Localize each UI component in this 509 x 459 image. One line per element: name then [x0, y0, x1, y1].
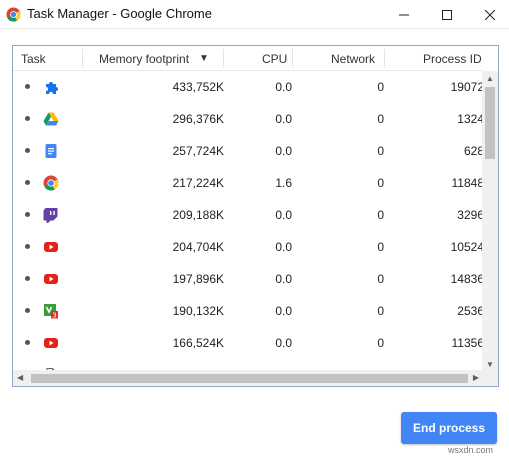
memory-cell: 217,224K: [172, 176, 224, 190]
network-cell: 0: [377, 208, 384, 222]
close-icon: [485, 9, 495, 20]
process-id-cell: 11356: [451, 336, 483, 350]
cpu-cell: 0.0: [275, 144, 292, 158]
cpu-cell: 0.0: [275, 208, 292, 222]
column-header-network[interactable]: Network: [331, 52, 375, 66]
scroll-left-icon[interactable]: ◀: [17, 373, 23, 382]
memory-cell: 166,524K: [172, 336, 224, 350]
youtube-icon: [44, 274, 58, 284]
process-id-cell: 628: [463, 144, 483, 158]
table-row[interactable]: 204,704K 0.0 0 10524: [13, 231, 483, 263]
network-cell: 0: [377, 272, 384, 286]
svg-text:3: 3: [52, 312, 56, 320]
row-bullet: [25, 308, 30, 313]
google-drive-icon: [43, 112, 59, 126]
end-process-button[interactable]: End process: [401, 412, 497, 444]
maximize-button[interactable]: [424, 0, 470, 29]
table-row[interactable]: 217,224K 1.6 0 11848: [13, 167, 483, 199]
minimize-icon: [399, 14, 409, 15]
cpu-cell: 1.6: [275, 176, 292, 190]
column-header-task[interactable]: Task: [21, 52, 46, 66]
memory-cell: 433,752K: [172, 80, 224, 94]
row-bullet: [25, 148, 30, 153]
process-id-cell: 2536: [457, 304, 483, 318]
row-bullet: [25, 180, 30, 185]
memory-cell: 204,704K: [172, 240, 224, 254]
memory-cell: 190,132K: [172, 304, 224, 318]
cpu-cell: 0.0: [275, 304, 292, 318]
vertical-scroll-thumb[interactable]: [485, 87, 495, 159]
process-id-cell: 19072: [450, 80, 483, 94]
horizontal-scroll-thumb[interactable]: [31, 374, 468, 383]
table-row[interactable]: 296,376K 0.0 0 1324: [13, 103, 483, 135]
watermark: wsxdn.com: [448, 445, 494, 455]
network-cell: 0: [377, 304, 384, 318]
horizontal-scrollbar[interactable]: ◀ ▶: [13, 370, 483, 386]
youtube-icon: [44, 242, 58, 252]
table-row[interactable]: 166,524K 0.0 0 11356: [13, 327, 483, 359]
scroll-right-icon[interactable]: ▶: [473, 373, 479, 382]
scroll-up-icon[interactable]: ▲: [486, 74, 494, 83]
row-bullet: [25, 340, 30, 345]
column-header-cpu[interactable]: CPU: [262, 52, 287, 66]
vertical-scrollbar[interactable]: ▲ ▼: [482, 71, 498, 372]
column-divider: [223, 49, 224, 67]
cpu-cell: 0.0: [275, 240, 292, 254]
table-header: Task Memory footprint ▼ CPU Network Proc…: [13, 46, 483, 71]
badge-3-icon: 3: [44, 304, 58, 320]
column-divider: [292, 49, 293, 67]
twitch-icon: [43, 208, 58, 223]
table-row[interactable]: 257,724K 0.0 0 628: [13, 135, 483, 167]
row-bullet: [25, 244, 30, 249]
process-id-cell: 1324: [457, 112, 483, 126]
chrome-icon: [43, 175, 59, 191]
column-divider: [384, 49, 385, 67]
extension-puzzle-icon: [46, 82, 58, 94]
column-header-process-id[interactable]: Process ID: [423, 52, 482, 66]
cpu-cell: 0.0: [275, 112, 292, 126]
memory-cell: 296,376K: [172, 112, 224, 126]
scrollbar-corner: [482, 370, 498, 386]
row-bullet: [25, 276, 30, 281]
process-id-cell: 11848: [451, 176, 483, 190]
memory-cell: 197,896K: [172, 272, 224, 286]
table-row[interactable]: 433,752K 0.0 0 19072: [13, 71, 483, 103]
cpu-cell: 0.0: [275, 80, 292, 94]
row-bullet: [25, 116, 30, 121]
chrome-icon: [6, 7, 21, 22]
network-cell: 0: [377, 240, 384, 254]
title-bar: Task Manager - Google Chrome: [0, 0, 509, 29]
youtube-icon: [44, 338, 58, 348]
network-cell: 0: [377, 144, 384, 158]
cpu-cell: 0.0: [275, 272, 292, 286]
process-id-cell: 10524: [450, 240, 483, 254]
task-rows: 433,752K 0.0 0 19072 296,376K 0.0 0 1324 257,724…: [13, 71, 483, 372]
maximize-icon: [442, 9, 452, 20]
close-button[interactable]: [467, 0, 509, 29]
network-cell: 0: [377, 112, 384, 126]
google-docs-icon: [45, 144, 57, 158]
cpu-cell: 0.0: [275, 336, 292, 350]
network-cell: 0: [377, 80, 384, 94]
process-id-cell: 3296: [457, 208, 483, 222]
minimize-button[interactable]: [381, 0, 427, 29]
table-row[interactable]: 209,188K 0.0 0 3296: [13, 199, 483, 231]
column-divider: [82, 49, 83, 67]
memory-cell: 209,188K: [172, 208, 224, 222]
row-bullet: [25, 212, 30, 217]
process-id-cell: 14836: [450, 272, 483, 286]
memory-cell: 257,724K: [172, 144, 224, 158]
row-bullet: [25, 84, 30, 89]
table-row[interactable]: 197,896K 0.0 0 14836: [13, 263, 483, 295]
scroll-down-icon[interactable]: ▼: [486, 360, 494, 369]
network-cell: 0: [377, 176, 384, 190]
network-cell: 0: [377, 336, 384, 350]
column-header-memory[interactable]: Memory footprint: [99, 52, 189, 66]
window-title: Task Manager - Google Chrome: [27, 6, 212, 21]
table-row[interactable]: 3 190,132K 0.0 0 2536: [13, 295, 483, 327]
task-table: Task Memory footprint ▼ CPU Network Proc…: [12, 45, 499, 387]
sort-descending-icon: ▼: [199, 53, 209, 64]
